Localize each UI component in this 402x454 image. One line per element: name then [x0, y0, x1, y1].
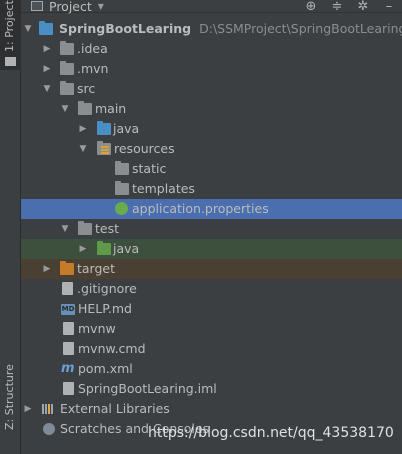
scratches-icon	[43, 423, 55, 435]
tree-node-label: SpringBootLearing.iml	[78, 381, 217, 396]
watermark: https://blog.csdn.net/qq_43538170	[148, 425, 394, 441]
tool-window-strip: 1: Project Z: Structure	[0, 0, 21, 454]
tree-node-label: java	[113, 121, 140, 136]
chevron-down-icon[interactable]: ▼	[60, 99, 70, 119]
tree-node-label: static	[132, 161, 167, 176]
tree-node-label: External Libraries	[60, 401, 170, 416]
gitignore-file-icon	[62, 282, 73, 295]
tree-node-idea[interactable]: ▶ .idea	[21, 39, 402, 59]
tree-node-external-libraries[interactable]: ▶ External Libraries	[21, 399, 402, 419]
tree-node-static[interactable]: static	[21, 159, 402, 179]
tree-node-test[interactable]: ▼ test	[21, 219, 402, 239]
spring-properties-icon	[115, 202, 128, 215]
collapse-icon[interactable]: ≑	[330, 0, 344, 14]
iml-file-icon	[63, 382, 74, 395]
tree-node-label: HELP.md	[78, 301, 132, 316]
markdown-file-icon: MD	[61, 304, 75, 315]
chevron-right-icon[interactable]: ▶	[78, 239, 88, 259]
chevron-right-icon[interactable]: ▶	[42, 39, 52, 59]
folder-icon	[115, 161, 129, 175]
tree-node-src[interactable]: ▼ src	[21, 79, 402, 99]
tree-node-test-java[interactable]: ▶ java	[21, 239, 402, 259]
tree-node-root[interactable]: ▼ SpringBootLearing D:\SSMProject\SpringB…	[21, 19, 402, 39]
structure-tool-tab[interactable]: Z: Structure	[0, 364, 21, 434]
chevron-right-icon[interactable]: ▶	[42, 59, 52, 79]
module-path: D:\SSMProject\SpringBootLearing	[199, 21, 402, 36]
gear-icon[interactable]: ✲	[356, 0, 370, 14]
tree-node-mvn[interactable]: ▶ .mvn	[21, 59, 402, 79]
tree-node-templates[interactable]: templates	[21, 179, 402, 199]
library-icon	[42, 403, 56, 415]
project-tool-tab[interactable]: 1: Project	[0, 0, 21, 70]
chevron-down-icon[interactable]: ▼	[98, 2, 104, 11]
chevron-down-icon[interactable]: ▼	[42, 79, 52, 99]
project-panel: Project ▼ ⊕ ≑ ✲ – ▼ SpringBootLearing D:\…	[21, 0, 402, 454]
structure-tool-tab-label: Z: Structure	[3, 364, 16, 430]
tree-node-label: src	[77, 81, 96, 96]
chevron-right-icon[interactable]: ▶	[23, 399, 33, 419]
tree-node-label: .mvn	[77, 61, 109, 76]
panel-title[interactable]: Project	[49, 0, 92, 14]
panel-header: Project ▼ ⊕ ≑ ✲ –	[21, 0, 402, 14]
test-folder-icon	[97, 241, 111, 255]
folder-icon	[78, 101, 92, 115]
module-folder-icon	[39, 21, 53, 35]
folder-icon	[60, 41, 74, 55]
tree-node-label: mvnw.cmd	[78, 341, 146, 356]
tree-node-label: templates	[132, 181, 195, 196]
hide-icon[interactable]: –	[382, 0, 396, 14]
tree-node-label: main	[95, 101, 127, 116]
folder-icon	[78, 221, 92, 235]
tree-node-target[interactable]: ▶ target	[21, 259, 402, 279]
tree-node-label: target	[77, 261, 116, 276]
tree-node-main-java[interactable]: ▶ java	[21, 119, 402, 139]
folder-icon	[115, 181, 129, 195]
chevron-right-icon[interactable]: ▶	[42, 259, 52, 279]
tree-node-gitignore[interactable]: .gitignore	[21, 279, 402, 299]
tree-node-iml[interactable]: SpringBootLearing.iml	[21, 379, 402, 399]
tree-node-application-properties[interactable]: application.properties	[21, 199, 402, 219]
tree-node-mvnw[interactable]: mvnw	[21, 319, 402, 339]
tree-node-label: resources	[114, 141, 175, 156]
tree-node-label: pom.xml	[78, 361, 133, 376]
header-toolbar: ⊕ ≑ ✲ –	[304, 0, 396, 14]
script-file-icon	[63, 322, 74, 335]
maven-icon: m	[61, 361, 75, 376]
tree-node-label: java	[113, 241, 140, 256]
folder-icon	[5, 57, 16, 66]
source-folder-icon	[97, 121, 111, 135]
resources-folder-icon	[97, 141, 111, 155]
tree-node-help[interactable]: MD HELP.md	[21, 299, 402, 319]
cmd-file-icon	[63, 342, 74, 355]
chevron-down-icon[interactable]: ▼	[78, 139, 88, 159]
chevron-down-icon[interactable]: ▼	[23, 19, 33, 39]
target-icon[interactable]: ⊕	[304, 0, 318, 14]
tree-node-label: mvnw	[78, 321, 116, 336]
chevron-right-icon[interactable]: ▶	[78, 119, 88, 139]
tree-node-resources[interactable]: ▼ resources	[21, 139, 402, 159]
tree-node-label: .idea	[77, 41, 108, 56]
tree-node-label: SpringBootLearing D:\SSMProject\SpringBoo…	[59, 19, 402, 39]
project-view-icon	[31, 1, 43, 11]
tree-node-label: application.properties	[132, 201, 269, 216]
project-tool-tab-label: 1: Project	[3, 0, 16, 52]
chevron-down-icon[interactable]: ▼	[60, 219, 70, 239]
folder-icon	[60, 61, 74, 75]
folder-icon	[60, 81, 74, 95]
tree-node-label: test	[95, 221, 120, 236]
tree-node-mvnw-cmd[interactable]: mvnw.cmd	[21, 339, 402, 359]
project-tree: ▼ SpringBootLearing D:\SSMProject\SpringB…	[21, 19, 402, 439]
tree-node-pom[interactable]: m pom.xml	[21, 359, 402, 379]
excluded-folder-icon	[60, 261, 74, 275]
tree-node-main[interactable]: ▼ main	[21, 99, 402, 119]
tree-node-label: .gitignore	[77, 281, 137, 296]
